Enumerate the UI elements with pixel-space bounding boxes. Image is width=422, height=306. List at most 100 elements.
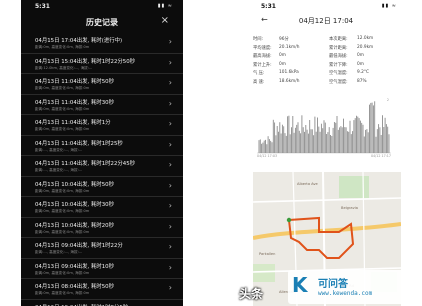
chart-x-start-label: 04/12 17:03 bbox=[257, 154, 278, 158]
stat-value: 87% bbox=[357, 78, 367, 84]
history-row[interactable]: 04月13日 11:04出发, 耗时1分 距离:0m, 高度变化:0m, 海拔:0… bbox=[21, 115, 183, 136]
history-row[interactable]: 04月13日 09:04出发, 耗时10秒 距离:0m, 高度变化:0m, 海拔:… bbox=[21, 259, 183, 279]
route-start-marker bbox=[286, 217, 292, 223]
chevron-right-icon: › bbox=[168, 221, 172, 231]
history-row-detail: 距离:0m, 高度变化:0m, 海拔:0m bbox=[35, 127, 90, 131]
stat-label: 本次距离: bbox=[329, 37, 348, 42]
chevron-right-icon: › bbox=[168, 139, 172, 149]
status-bar: 5:31 ▮▮ ≈ bbox=[249, 0, 403, 13]
stat-value: 18.6km/h bbox=[279, 78, 300, 84]
history-row[interactable]: 04月13日 10:04出发, 耗时20秒 距离:0m, 高度变化:0m, 海拔:… bbox=[21, 218, 183, 238]
chevron-right-icon: › bbox=[168, 119, 172, 128]
stat-row: 气 压: 101.6kPa 空气温度: 9.2°C bbox=[253, 70, 401, 79]
history-row-detail: 距离:12.0km, 高度变化:..., 海拔:... bbox=[35, 65, 93, 70]
history-row-title: 04月15日 17:04出发, 耗时(进行中) bbox=[35, 38, 123, 44]
stat-value: 0m bbox=[357, 53, 364, 59]
chevron-right-icon: › bbox=[168, 283, 172, 292]
history-row-title: 04月13日 10:04出发, 耗时30秒 bbox=[35, 202, 114, 208]
stat-label: 时间: bbox=[253, 37, 264, 42]
history-row[interactable]: 04月13日 09:04出发, 耗时1时22分 距离:..., 高度变化:...,… bbox=[21, 238, 183, 259]
detail-screen: 5:31 ▮▮ ≈ ← 04月12日 17:04 时间: 96分 本次距离: 12.0… bbox=[249, 0, 403, 306]
park-area bbox=[253, 264, 275, 282]
history-row-title: 04月13日 11:04出发, 耗时1时22分45秒 bbox=[35, 161, 136, 167]
map-place-label: Alberta Ave bbox=[297, 182, 318, 186]
stat-label: 累计上升: bbox=[253, 62, 272, 68]
map-place-label: Parkallen bbox=[259, 252, 276, 256]
chevron-right-icon: › bbox=[168, 242, 172, 251]
stat-label: 累计距离: bbox=[329, 45, 348, 51]
history-row-title: 04月13日 10:04出发, 耗时50秒 bbox=[35, 181, 114, 188]
stat-row: 累计上升: 0m 累计下降: 0m bbox=[253, 62, 401, 71]
nav-bar: 历史记录 × bbox=[21, 13, 183, 33]
history-row-detail: 距离:0m, 高度变化:0m, 海拔:0m bbox=[35, 188, 90, 193]
stat-row: 时间: 96分 本次距离: 12.0km bbox=[253, 36, 401, 45]
status-bar: 5:31 ▮▮ ≈ bbox=[21, 0, 183, 13]
history-row[interactable]: 04月13日 10:04出发, 耗时30秒 距离:0m, 高度变化:0m, 海拔:… bbox=[21, 197, 183, 218]
history-row[interactable]: 04月13日 10:04出发, 耗时50秒 距离:0m, 高度变化:0m, 海拔:… bbox=[21, 177, 183, 197]
stat-label: 高 速: bbox=[253, 79, 265, 85]
chart-y-top-label: 2 bbox=[386, 98, 389, 102]
chevron-right-icon: › bbox=[168, 57, 172, 67]
site-logo: K 可问答 www.kewenda.com bbox=[288, 270, 410, 304]
history-screen: 5:31 ▮▮ ≈ 历史记录 × 04月15日 17:04出发, 耗时(进行中)… bbox=[21, 0, 183, 306]
signal-wifi-icon: ▮▮ ≈ bbox=[157, 3, 173, 9]
chevron-right-icon: › bbox=[168, 180, 172, 190]
chevron-right-icon: › bbox=[168, 98, 172, 108]
signal-wifi-icon: ▮▮ ≈ bbox=[381, 3, 397, 9]
stat-label: 最高海拔: bbox=[253, 54, 272, 60]
history-list: 04月15日 17:04出发, 耗时(进行中) 距离:0m, 高度变化:0m, 海… bbox=[21, 33, 183, 306]
history-row-detail: 距离:0m, 高度变化:0m, 海拔:0m bbox=[35, 229, 90, 234]
stat-label: 累计下降: bbox=[329, 62, 348, 68]
history-row[interactable]: 04月13日 11:04出发, 耗时1时22分45秒 距离:..., 高度变化:.… bbox=[21, 156, 183, 177]
logo-url: www.kewenda.com bbox=[318, 290, 373, 297]
ride-stats: 时间: 96分 本次距离: 12.0km 平均速度: 20.1km/h 累计距离: 20.9k… bbox=[253, 36, 401, 88]
park-area bbox=[339, 176, 369, 198]
history-row-title: 04月13日 11:04出发, 耗时30秒 bbox=[35, 99, 114, 106]
logo-name: 可问答 bbox=[318, 279, 348, 290]
history-row[interactable]: 04月13日 11:04出发, 耗时1时25秒 距离:..., 高度变化:...,… bbox=[21, 136, 183, 156]
chevron-right-icon: › bbox=[168, 37, 172, 46]
history-row-detail: 距离:0m, 高度变化:0m, 海拔:0m bbox=[35, 209, 90, 213]
history-row-detail: 距离:..., 高度变化:..., 海拔:... bbox=[35, 147, 83, 152]
history-row-title: 04月13日 10:04出发, 耗时20秒 bbox=[35, 222, 114, 229]
history-row[interactable]: 04月13日 11:04出发, 耗时50秒 距离:0m, 高度变化:0m, 海拔:… bbox=[21, 74, 183, 95]
history-row[interactable]: 04月12日 19:04出发, 耗时1时8分5秒距离:..., 高度变化:...… bbox=[21, 300, 183, 306]
history-row[interactable]: 04月13日 15:04出发, 耗时1时22分50秒 距离:12.0km, 高度变… bbox=[21, 54, 183, 74]
stat-label: 空气温度: bbox=[329, 71, 348, 77]
stat-label: 气 压: bbox=[253, 71, 265, 77]
history-row-detail: 距离:..., 高度变化:..., 海拔:... bbox=[35, 250, 83, 254]
stat-value: 9.2°C bbox=[357, 70, 369, 76]
history-row-detail: 距离:0m, 高度变化:0m, 海拔:0m bbox=[35, 270, 90, 275]
stat-value: 20.9km bbox=[357, 44, 374, 50]
stat-value: 101.6kPa bbox=[279, 70, 299, 76]
history-row-detail: 距离:0m, 高度变化:0m, 海拔:0m bbox=[35, 86, 90, 90]
stat-value: 96分 bbox=[279, 37, 289, 42]
stat-value: 0m bbox=[279, 61, 286, 67]
close-icon[interactable]: × bbox=[161, 15, 169, 26]
stat-row: 高 速: 18.6km/h 空气湿度: 87% bbox=[253, 79, 401, 88]
chevron-right-icon: › bbox=[168, 262, 172, 272]
speed-chart-bars bbox=[257, 101, 391, 154]
history-row-title: 04月13日 11:04出发, 耗时1分 bbox=[35, 120, 111, 126]
status-time: 5:31 bbox=[35, 3, 50, 10]
history-row[interactable]: 04月13日 08:04出发, 耗时50秒 距离:0m, 高度变化:0m, 海拔:… bbox=[21, 279, 183, 300]
chevron-right-icon: › bbox=[168, 160, 172, 169]
history-row-title: 04月13日 09:04出发, 耗时10秒 bbox=[35, 263, 114, 270]
history-row[interactable]: 04月15日 17:04出发, 耗时(进行中) 距离:0m, 高度变化:0m, 海… bbox=[21, 33, 183, 54]
nav-bar: ← 04月12日 17:04 bbox=[249, 13, 403, 31]
status-time: 5:31 bbox=[261, 3, 276, 10]
chevron-right-icon: › bbox=[168, 78, 172, 87]
page-title: 历史记录 bbox=[86, 18, 118, 27]
stat-row: 最高海拔: 0m 最低海拔: 0m bbox=[253, 53, 401, 62]
speed-chart: 2 04/12 17:03 04/12 17:17 bbox=[257, 98, 391, 160]
history-row-detail: 距离:..., 高度变化:..., 海拔:... bbox=[35, 168, 83, 172]
stat-label: 平均速度: bbox=[253, 45, 272, 51]
history-row-title: 04月13日 08:04出发, 耗时50秒 bbox=[35, 284, 114, 290]
history-row[interactable]: 04月13日 11:04出发, 耗时30秒 距离:0m, 高度变化:0m, 海拔:… bbox=[21, 95, 183, 115]
stat-value: 0m bbox=[279, 53, 286, 59]
source-watermark: 头条 bbox=[239, 287, 264, 301]
history-row-title: 04月13日 09:04出发, 耗时1时22分 bbox=[35, 243, 123, 249]
page-title: 04月12日 17:04 bbox=[298, 17, 354, 25]
chart-x-end-label: 04/12 17:17 bbox=[370, 154, 391, 158]
stat-row: 平均速度: 20.1km/h 累计距离: 20.9km bbox=[253, 45, 401, 54]
